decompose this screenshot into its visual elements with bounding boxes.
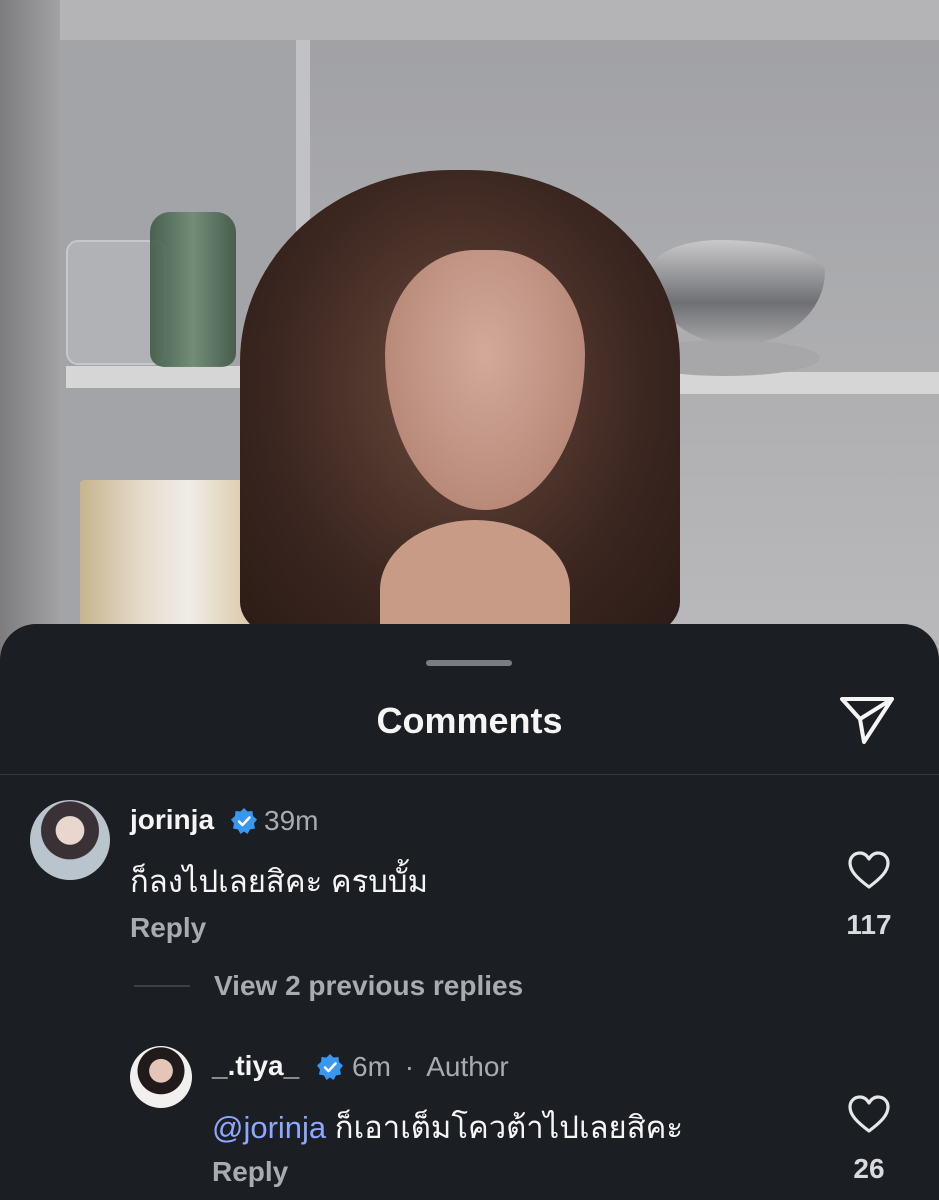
photo-top-board: [60, 0, 939, 40]
paper-plane-icon: [840, 697, 894, 744]
reply-username[interactable]: _.tiya_: [212, 1050, 299, 1082]
reply-button[interactable]: Reply: [130, 912, 206, 944]
reply-meta: 6m · Author: [352, 1051, 509, 1083]
post-background-photo: [0, 0, 939, 660]
reply-button[interactable]: Reply: [212, 1156, 288, 1188]
like-count: 26: [853, 1153, 885, 1184]
meta-separator: ·: [404, 1051, 415, 1082]
avatar[interactable]: [130, 1046, 192, 1108]
mention-link[interactable]: @jorinja: [212, 1110, 326, 1145]
heart-outline-icon[interactable]: [847, 850, 891, 890]
comment-timestamp: 39m: [264, 805, 319, 836]
reply-text: @jorinja ก็เอาเต็มโควต้าไปเลยสิคะ: [212, 1102, 683, 1152]
comment-username[interactable]: jorinja: [130, 804, 214, 836]
heart-outline-icon[interactable]: [847, 1094, 891, 1134]
verified-badge-icon: [317, 1054, 343, 1080]
like-count: 117: [846, 909, 892, 940]
sheet-title: Comments: [376, 700, 563, 741]
photo-books: [80, 480, 260, 630]
header-divider: [0, 774, 939, 775]
reply-body: ก็เอาเต็มโควต้าไปเลยสิคะ: [326, 1110, 684, 1145]
share-button[interactable]: [836, 692, 898, 748]
avatar[interactable]: [30, 800, 110, 880]
view-previous-replies-button[interactable]: View 2 previous replies: [214, 970, 523, 1002]
sheet-drag-handle[interactable]: [426, 660, 512, 666]
author-tag: Author: [426, 1051, 509, 1082]
comment-text: ก็ลงไปเลยสิคะ ครบบั้ม: [130, 864, 429, 899]
replies-divider-line: [134, 985, 190, 987]
reply-timestamp: 6m: [352, 1051, 391, 1082]
comments-sheet: Comments jorinja 39m ก็ลงไปเลยสิคะ ครบบั…: [0, 624, 939, 1200]
verified-badge-icon: [231, 808, 257, 834]
photo-green-vase: [150, 212, 236, 367]
